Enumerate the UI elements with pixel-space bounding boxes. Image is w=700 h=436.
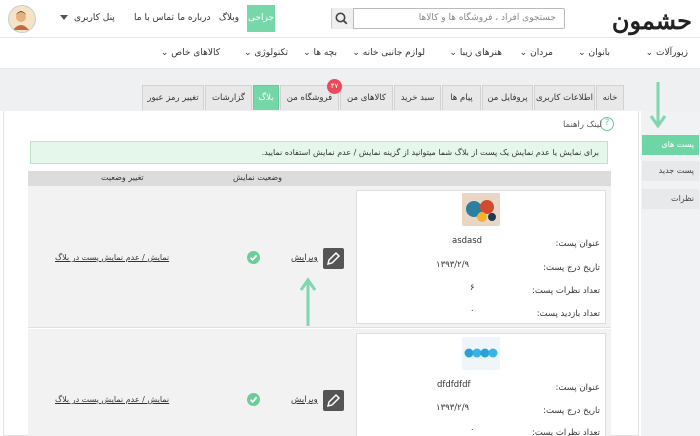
user-panel-menu[interactable]: پنل کاربری [45,5,130,32]
toggle-visibility-link[interactable]: نمایش / عدم نمایش پست در بلاگ [55,253,169,262]
toggle-visibility-link[interactable]: نمایش / عدم نمایش پست در بلاگ [55,395,169,404]
user-panel-label: پنل کاربری [74,13,115,23]
chevron-down-icon: ⌄ [303,48,311,58]
tab-home[interactable]: خانه [596,85,624,110]
help-icon[interactable]: ? [600,117,614,131]
help-link[interactable]: لینک راهنما [470,120,602,130]
posts-table-header: وضعیت نمایش تغییر وضعیت [28,171,611,186]
tab-reports[interactable]: گزارشات [205,85,252,110]
annotation-arrow-down-icon [649,82,667,129]
post-title-label: عنوان پست: [555,239,601,249]
chevron-down-icon: ⌄ [519,48,528,58]
nav-item-label: مردان [530,48,553,58]
chevron-down-icon: ⌄ [160,48,169,58]
nav-item-label: زیورآلات [656,48,688,58]
info-notice: برای نمایش یا عدم نمایش یک پست از بلاگ ش… [30,141,608,164]
post-date-value: ۱۳۹۳/۲/۹ [436,403,470,413]
main-nav: زیورآلات ⌄ بانوان ⌄ مردان ⌄ هنرهای زیبا … [0,39,700,69]
post-views-label: تعداد بازدید پست: [536,309,600,319]
visible-check-icon [247,251,260,264]
sidebar-item-existing-posts[interactable]: پست های موجود [642,135,699,169]
nav-item-special-goods[interactable]: کالاهای خاص ⌄ [161,48,220,58]
chevron-down-icon: ⌄ [645,48,654,58]
tab-blog[interactable]: بلاگ [253,85,279,110]
post-comments-value: ۶ [470,283,475,293]
column-display-status: وضعیت نمایش [233,173,283,182]
pencil-icon [326,251,341,266]
tab-my-products[interactable]: کالاهای من [340,85,393,110]
post-comments-label: تعداد نظرات پست: [531,286,600,296]
tab-messages[interactable]: پیام ها [442,85,481,110]
post-title-label: عنوان پست: [555,383,601,393]
tab-cart[interactable]: سبد خرید [394,85,441,110]
nav-item-technology[interactable]: تکنولوژی ⌄ [244,48,288,58]
nav-item-fine-arts[interactable]: هنرهای زیبا ⌄ [449,48,502,58]
visible-check-icon [247,393,260,406]
nav-item-jewelry[interactable]: زیورآلات ⌄ [646,48,688,58]
nav-item-label: هنرهای زیبا [459,48,502,58]
nav-item-men[interactable]: مردان ⌄ [520,48,553,58]
nav-item-label: بچه ها [313,48,338,58]
avatar-icon [13,11,29,30]
top-link-about[interactable]: درباره ما [176,5,212,32]
nav-item-label: لوازم جانبی خانه [362,48,425,58]
tab-my-shop-label: فروشگاه من [286,93,333,103]
post-title-value: dfdfdfdf [437,380,471,390]
tab-user-info[interactable]: اطلاعات کاربری [534,85,595,110]
post-title-value: asdasd [452,236,483,246]
post-date-label: تاریخ درج پست: [543,406,600,416]
post-thumbnail-image[interactable] [462,193,500,226]
shop-badge: ۴۷ [327,79,342,94]
nav-item-kids[interactable]: بچه ها ⌄ [303,48,337,58]
post-date-label: تاریخ درج پست: [543,263,600,273]
post-comments-value: ۰ [470,425,475,435]
top-link-surgery[interactable]: جراحی [247,5,275,32]
edit-link[interactable]: ویرایش [291,395,318,405]
post-thumbnail-image[interactable] [462,337,500,370]
chevron-down-icon: ⌄ [243,48,252,58]
top-link-contact[interactable]: تماس با ما [134,5,174,32]
chevron-down-icon: ⌄ [449,48,457,58]
sidebar-item-comments[interactable]: نظرات [642,189,699,209]
nav-item-label: کالاهای خاص [171,48,220,58]
pencil-icon [326,393,341,408]
edit-link[interactable]: ویرایش [291,253,318,263]
search-input[interactable]: جستجوی افراد ، فروشگاه ها و کالاها [331,8,565,29]
nav-item-women[interactable]: بانوان ⌄ [578,48,610,58]
chevron-down-icon: ⌄ [578,48,586,58]
search-button[interactable] [331,8,354,29]
header: حشمون جستجوی افراد ، فروشگاه ها و کالاها… [0,0,700,38]
nav-item-label: تکنولوژی [254,48,288,58]
tab-change-password[interactable]: تغییر رمز عبور [142,85,204,110]
top-link-blog[interactable]: وبلاگ [213,5,245,32]
caret-down-icon [60,15,69,20]
site-logo[interactable]: حشمون [592,6,693,36]
search-placeholder: جستجوی افراد ، فروشگاه ها و کالاها [418,13,556,23]
nav-item-home-accessories[interactable]: لوازم جانبی خانه ⌄ [352,48,425,58]
edit-button[interactable] [323,390,344,411]
post-date-value: ۱۳۹۳/۲/۹ [436,260,470,270]
avatar[interactable] [8,5,36,33]
chevron-down-icon: ⌄ [352,48,360,58]
tab-my-profile[interactable]: پروفایل من [482,85,533,110]
annotation-arrow-up-icon [299,277,317,326]
nav-item-label: بانوان [588,48,610,58]
post-comments-label: تعداد نظرات پست: [531,428,600,436]
tab-my-shop[interactable]: فروشگاه من ۴۷ [280,79,342,110]
post-views-value: ۰ [470,306,475,316]
edit-button[interactable] [323,248,344,269]
column-change-status: تغییر وضعیت [101,173,144,182]
sidebar-item-new-post[interactable]: پست جدید [642,161,699,181]
search-icon [335,12,348,25]
